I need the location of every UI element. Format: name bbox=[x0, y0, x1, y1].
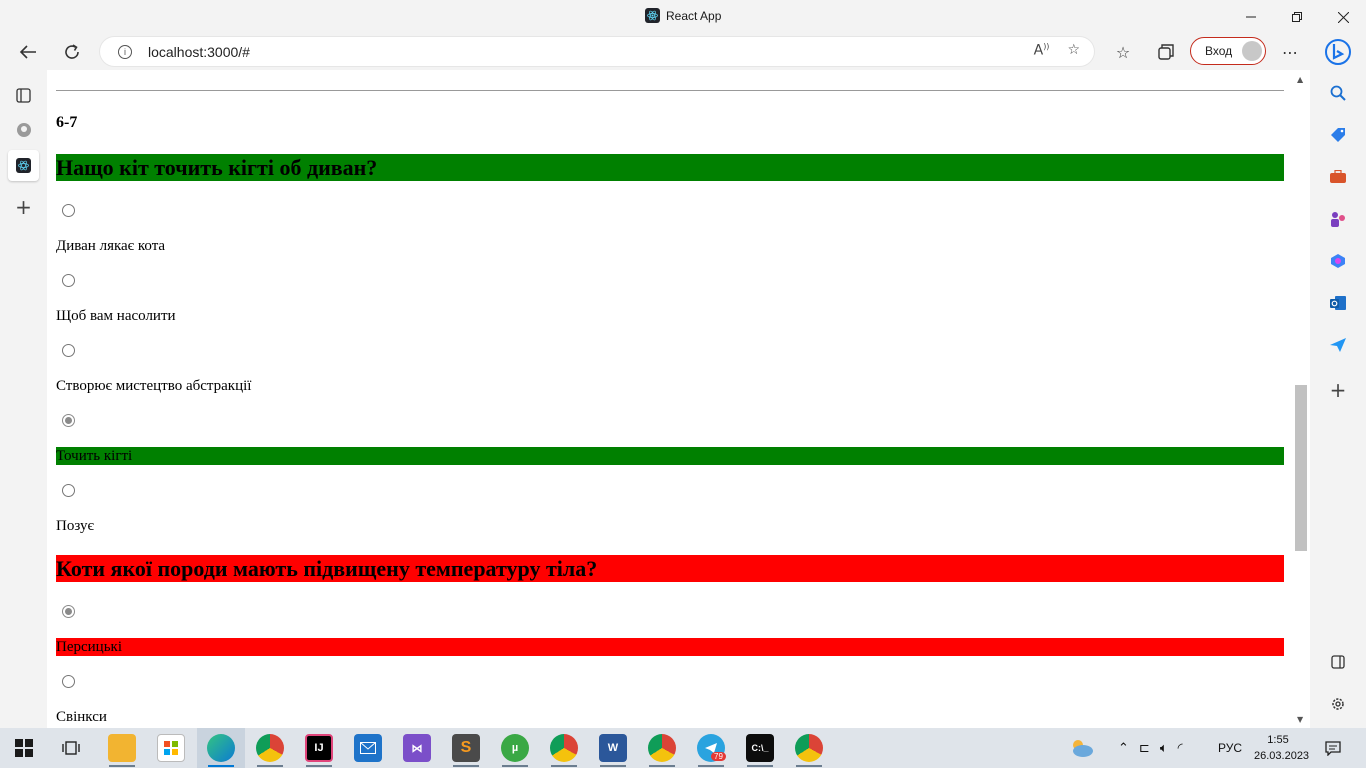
question-title: Нащо кіт точить кігті об диван? bbox=[56, 154, 1284, 181]
telegram-badge: 79 bbox=[711, 752, 726, 761]
wifi-icon[interactable]: ◜ bbox=[1178, 740, 1183, 756]
microsoft-store-icon[interactable] bbox=[157, 734, 185, 762]
clock-time: 1:55 bbox=[1267, 734, 1289, 746]
collections-icon[interactable] bbox=[1153, 39, 1179, 65]
window-title: React App bbox=[645, 8, 721, 23]
search-icon[interactable] bbox=[1326, 81, 1350, 105]
answer-label: Диван лякає кота bbox=[56, 238, 166, 254]
answer-radio[interactable] bbox=[62, 204, 75, 217]
windows-start-icon[interactable] bbox=[10, 734, 38, 762]
answer-label: Позує bbox=[56, 518, 94, 534]
terminal-icon[interactable]: C:\_ bbox=[746, 734, 774, 762]
visual-studio-icon[interactable]: ⋈ bbox=[403, 734, 431, 762]
react-app-tab[interactable] bbox=[8, 150, 39, 181]
minimize-icon[interactable] bbox=[1228, 6, 1274, 28]
grade-heading: 6-7 bbox=[56, 114, 78, 131]
file-explorer-icon[interactable] bbox=[108, 734, 136, 762]
sign-in-button[interactable]: Вход bbox=[1190, 37, 1266, 65]
more-menu-icon[interactable]: ⋯ bbox=[1277, 39, 1303, 65]
sidebar-layout-icon[interactable] bbox=[1326, 650, 1350, 674]
question-title: Коти якої породи мають підвищену темпера… bbox=[56, 555, 1284, 582]
chrome-profile-icon[interactable] bbox=[550, 734, 578, 762]
page-content: 6-7 Нащо кіт точить кігті об диван? Дива… bbox=[47, 70, 1294, 728]
edge-icon[interactable] bbox=[207, 734, 235, 762]
notifications-icon[interactable] bbox=[1325, 728, 1341, 768]
add-favorite-icon[interactable]: ☆ bbox=[1067, 42, 1080, 59]
answer-label: Створює мистецтво абстракції bbox=[56, 378, 252, 394]
tab-actions-icon[interactable] bbox=[8, 80, 39, 111]
utorrent-icon[interactable]: µ bbox=[501, 734, 529, 762]
send-icon[interactable] bbox=[1326, 333, 1350, 357]
chrome-profile-3-icon[interactable] bbox=[795, 734, 823, 762]
react-icon bbox=[16, 158, 31, 173]
scrollbar-thumb[interactable] bbox=[1295, 385, 1307, 551]
favorites-icon[interactable]: ☆ bbox=[1110, 39, 1136, 65]
weather-icon[interactable] bbox=[1068, 728, 1094, 768]
page-scrollbar[interactable]: ▲ ▼ bbox=[1294, 70, 1310, 728]
back-arrow-icon[interactable] bbox=[15, 39, 41, 65]
chrome-icon[interactable] bbox=[256, 734, 284, 762]
answer-radio[interactable] bbox=[62, 344, 75, 357]
answer-label-wrong: Перcицькі bbox=[56, 638, 1284, 656]
tools-icon[interactable] bbox=[1326, 165, 1350, 189]
react-icon bbox=[645, 8, 660, 23]
new-tab-icon[interactable]: + bbox=[8, 191, 39, 222]
answer-label-correct: Точить кігті bbox=[56, 447, 1284, 465]
answer-radio-selected[interactable] bbox=[62, 605, 75, 618]
answer-radio[interactable] bbox=[62, 274, 75, 287]
refresh-icon[interactable] bbox=[59, 39, 85, 65]
answer-radio[interactable] bbox=[62, 484, 75, 497]
vertical-tabs-sidebar: + bbox=[0, 70, 47, 728]
scroll-up-icon[interactable]: ▲ bbox=[1297, 75, 1303, 84]
edge-sidebar: + bbox=[1310, 70, 1366, 728]
tab-title: React App bbox=[666, 8, 722, 23]
window-titlebar: React App bbox=[0, 0, 1366, 33]
add-sidebar-app-icon[interactable]: + bbox=[1326, 378, 1350, 402]
sign-in-label: Вход bbox=[1205, 44, 1233, 58]
windows-taskbar: IJ ⋈ S µ W 79 C:\_ ⌃ ⊏ 🔈︎ ◜ РУС 1:55 26.… bbox=[0, 728, 1366, 768]
clock-date: 26.03.2023 bbox=[1254, 750, 1310, 762]
answer-label: Свінкси bbox=[56, 709, 107, 725]
network-icon[interactable]: ⊏ bbox=[1139, 740, 1150, 756]
clock[interactable]: 1:55 26.03.2023 bbox=[1254, 732, 1310, 764]
scroll-down-icon[interactable]: ▼ bbox=[1297, 715, 1303, 724]
volume-icon[interactable]: 🔈︎ bbox=[1160, 740, 1168, 756]
avatar bbox=[1242, 41, 1262, 61]
mail-icon[interactable] bbox=[354, 734, 382, 762]
address-bar[interactable]: i localhost:3000/# A)) ☆ bbox=[100, 37, 1094, 66]
word-icon[interactable]: W bbox=[599, 734, 627, 762]
site-info-icon[interactable]: i bbox=[118, 44, 132, 59]
games-icon[interactable] bbox=[1326, 207, 1350, 231]
chrome-profile-2-icon[interactable] bbox=[648, 734, 676, 762]
shopping-tag-icon[interactable] bbox=[1326, 123, 1350, 147]
outlook-icon[interactable] bbox=[1326, 291, 1350, 315]
restore-icon[interactable] bbox=[1274, 6, 1320, 28]
bing-chat-icon[interactable] bbox=[1323, 37, 1353, 67]
system-tray[interactable]: ⌃ ⊏ 🔈︎ ◜ bbox=[1118, 728, 1183, 768]
url-text[interactable]: localhost:3000/# bbox=[148, 44, 250, 60]
chevron-up-icon[interactable]: ⌃ bbox=[1118, 740, 1129, 756]
github-tab-icon[interactable] bbox=[8, 114, 39, 145]
answer-radio[interactable] bbox=[62, 675, 75, 688]
settings-gear-icon[interactable] bbox=[1326, 692, 1350, 716]
microsoft365-icon[interactable] bbox=[1326, 249, 1350, 273]
sublime-text-icon[interactable]: S bbox=[452, 734, 480, 762]
answer-label: Щоб вам насолити bbox=[56, 308, 176, 324]
intellij-icon[interactable]: IJ bbox=[305, 734, 333, 762]
close-icon[interactable] bbox=[1320, 6, 1366, 28]
read-aloud-icon[interactable]: A)) bbox=[1034, 42, 1050, 59]
task-view-icon[interactable] bbox=[57, 734, 85, 762]
divider bbox=[56, 90, 1284, 91]
answer-radio-selected[interactable] bbox=[62, 414, 75, 427]
language-indicator[interactable]: РУС bbox=[1218, 728, 1242, 768]
